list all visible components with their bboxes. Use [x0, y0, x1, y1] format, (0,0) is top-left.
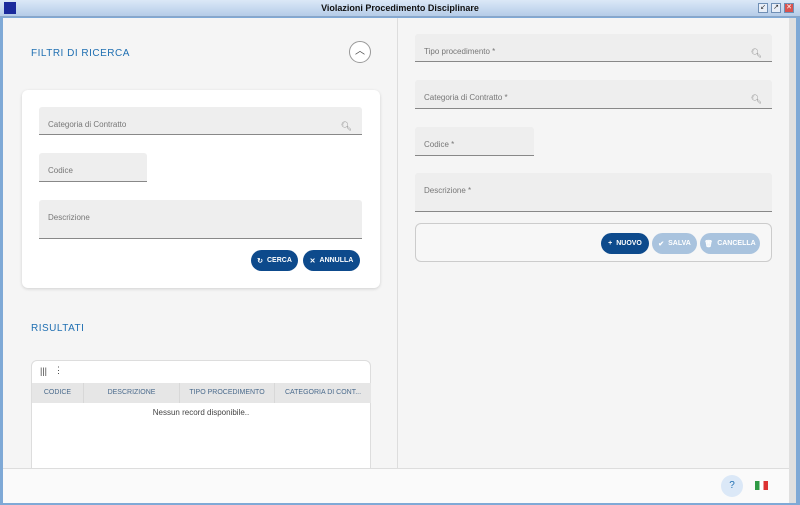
- categoria-filter-input[interactable]: Categoria di Contratto 🔍︎: [39, 107, 362, 135]
- salva-button[interactable]: ✔ SALVA: [652, 233, 697, 254]
- maximize-button[interactable]: ↗: [771, 3, 781, 13]
- descrizione-input[interactable]: Descrizione *: [415, 173, 772, 212]
- table-header: CODICE DESCRIZIONE TIPO PROCEDIMENTO CAT…: [32, 383, 371, 403]
- results-title: RISULTATI: [31, 323, 85, 334]
- chevron-up-icon: ︿: [355, 46, 365, 57]
- codice-filter-input[interactable]: Codice: [39, 153, 147, 182]
- filters-card: Categoria di Contratto 🔍︎ Codice Descrizi…: [22, 90, 380, 288]
- annulla-button[interactable]: ✕ ANNULLA: [303, 250, 360, 271]
- close-icon: ✕: [309, 257, 316, 265]
- categoria-input[interactable]: Categoria di Contratto * 🔍︎: [415, 80, 772, 109]
- results-table: ||| ⋮ CODICE DESCRIZIONE TIPO PROCEDIMEN…: [31, 360, 371, 480]
- search-icon[interactable]: 🔍︎: [341, 121, 352, 132]
- descrizione-filter-input[interactable]: Descrizione: [39, 200, 362, 239]
- search-icon[interactable]: 🔍︎: [751, 94, 762, 105]
- cerca-button[interactable]: ↻ CERCA: [251, 250, 298, 271]
- footer: ?: [3, 468, 796, 503]
- codice-input[interactable]: Codice *: [415, 127, 534, 156]
- more-vertical-icon[interactable]: ⋮: [54, 365, 63, 376]
- collapse-button[interactable]: ︿: [349, 41, 371, 63]
- column-header[interactable]: DESCRIZIONE: [84, 383, 180, 403]
- window-title: Violazioni Procedimento Disciplinare: [321, 3, 479, 13]
- help-button[interactable]: ?: [721, 475, 743, 497]
- column-header[interactable]: CATEGORIA DI CONT...: [275, 383, 371, 403]
- nuovo-button[interactable]: + NUOVO: [601, 233, 649, 254]
- column-header[interactable]: CODICE: [32, 383, 84, 403]
- minimize-button[interactable]: ↙: [758, 3, 768, 13]
- columns-icon[interactable]: |||: [40, 366, 47, 376]
- search-icon[interactable]: 🔍︎: [751, 48, 762, 59]
- trash-icon: 🗑︎: [704, 240, 714, 248]
- close-button[interactable]: ✕: [784, 3, 794, 13]
- cancella-button[interactable]: 🗑︎ CANCELLA: [700, 233, 760, 254]
- refresh-icon: ↻: [257, 257, 263, 265]
- title-bar: Violazioni Procedimento Disciplinare ↙ ↗…: [0, 0, 800, 17]
- plus-icon: +: [608, 240, 613, 247]
- tipo-procedimento-input[interactable]: Tipo procedimento * 🔍︎: [415, 34, 772, 62]
- check-icon: ✔: [658, 240, 665, 248]
- actions-card: + NUOVO ✔ SALVA 🗑︎ CANCELLA: [415, 223, 772, 262]
- filters-title: FILTRI DI RICERCA: [31, 48, 130, 59]
- column-header[interactable]: TIPO PROCEDIMENTO: [180, 383, 275, 403]
- scrollbar[interactable]: [789, 18, 796, 503]
- empty-message: Nessun record disponibile..: [152, 408, 250, 417]
- italian-flag-icon[interactable]: [755, 481, 768, 490]
